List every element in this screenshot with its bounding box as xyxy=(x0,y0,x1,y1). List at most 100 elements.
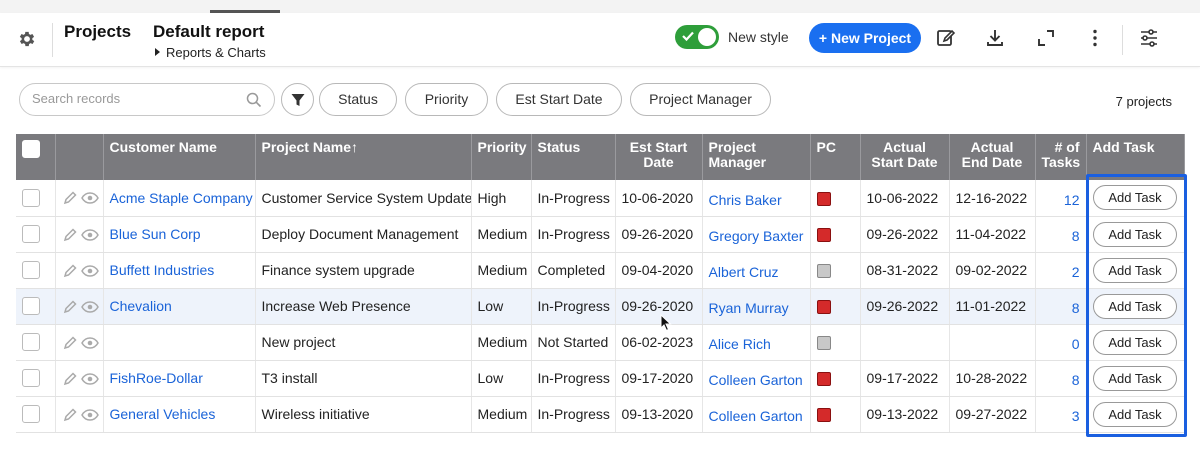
table-row[interactable]: Chevalion Increase Web Presence Low In-Prog… xyxy=(16,288,1185,325)
col-actual-end-date[interactable]: Actual End Date xyxy=(949,134,1036,180)
task-count-link[interactable]: 8 xyxy=(1072,228,1080,244)
table-row[interactable]: Buffett Industries Finance system upgrade… xyxy=(16,252,1185,289)
view-eye-icon[interactable] xyxy=(81,407,100,423)
row-checkbox[interactable] xyxy=(22,405,40,424)
add-task-button[interactable]: Add Task xyxy=(1093,365,1177,391)
col-project-name[interactable]: Project Name↑ xyxy=(255,134,472,180)
task-count-cell[interactable]: 2 xyxy=(1035,252,1087,289)
edit-pencil-icon[interactable] xyxy=(62,263,78,279)
project-manager-cell[interactable]: Gregory Baxter xyxy=(702,216,811,253)
search-icon[interactable] xyxy=(246,92,262,108)
edit-pencil-icon[interactable] xyxy=(62,299,78,315)
row-checkbox[interactable] xyxy=(22,188,40,207)
customer-name-cell[interactable]: Blue Sun Corp xyxy=(103,216,256,253)
col-pc[interactable]: PC xyxy=(810,134,861,180)
select-all-checkbox[interactable] xyxy=(22,140,40,158)
task-count-link[interactable]: 3 xyxy=(1072,408,1080,424)
table-row[interactable]: New project Medium Not Started 06-02-2023 Al… xyxy=(16,324,1185,361)
task-count-cell[interactable]: 8 xyxy=(1035,288,1087,325)
settings-sliders-icon[interactable] xyxy=(1138,27,1160,49)
customer-name-link[interactable]: Acme Staple Company xyxy=(110,190,253,206)
new-style-toggle[interactable] xyxy=(675,25,719,49)
edit-pencil-icon[interactable] xyxy=(62,335,78,351)
task-count-link[interactable]: 0 xyxy=(1072,336,1080,352)
customer-name-cell[interactable]: Chevalion xyxy=(103,288,256,325)
customer-name-cell[interactable]: General Vehicles xyxy=(103,396,256,433)
table-row[interactable]: Blue Sun Corp Deploy Document Management M… xyxy=(16,216,1185,253)
customer-name-link[interactable]: Chevalion xyxy=(110,298,172,314)
customer-name-link[interactable]: General Vehicles xyxy=(110,406,216,422)
project-manager-cell[interactable]: Albert Cruz xyxy=(702,252,811,289)
col-est-start-date[interactable]: Est Start Date xyxy=(615,134,703,180)
new-project-button[interactable]: + New Project xyxy=(809,23,921,53)
col-status[interactable]: Status xyxy=(531,134,616,180)
filter-button[interactable] xyxy=(281,83,314,116)
reports-charts-toggle[interactable]: Reports & Charts xyxy=(155,45,266,60)
task-count-link[interactable]: 12 xyxy=(1064,192,1080,208)
task-count-cell[interactable]: 12 xyxy=(1035,180,1087,217)
table-row[interactable]: Acme Staple Company Customer Service Syst… xyxy=(16,180,1185,217)
add-task-button[interactable]: Add Task xyxy=(1093,329,1177,355)
task-count-link[interactable]: 8 xyxy=(1072,372,1080,388)
customer-name-link[interactable]: Buffett Industries xyxy=(110,262,215,278)
project-manager-link[interactable]: Alice Rich xyxy=(709,336,771,352)
download-icon[interactable] xyxy=(984,27,1006,49)
project-manager-link[interactable]: Gregory Baxter xyxy=(709,228,804,244)
add-task-button[interactable]: Add Task xyxy=(1093,185,1177,211)
row-checkbox[interactable] xyxy=(22,297,40,316)
view-eye-icon[interactable] xyxy=(81,190,100,206)
status-filter-pill[interactable]: Status xyxy=(319,83,397,116)
view-eye-icon[interactable] xyxy=(81,227,100,243)
est-start-date-filter-pill[interactable]: Est Start Date xyxy=(496,83,622,116)
edit-pencil-icon[interactable] xyxy=(62,190,78,206)
project-manager-cell[interactable]: Alice Rich xyxy=(702,324,811,361)
row-checkbox[interactable] xyxy=(22,369,40,388)
view-eye-icon[interactable] xyxy=(81,299,100,315)
project-manager-link[interactable]: Colleen Garton xyxy=(709,372,803,388)
project-manager-link[interactable]: Albert Cruz xyxy=(709,264,779,280)
project-manager-cell[interactable]: Colleen Garton xyxy=(702,360,811,397)
project-manager-link[interactable]: Ryan Murray xyxy=(709,300,789,316)
project-manager-cell[interactable]: Chris Baker xyxy=(702,180,811,217)
col-priority[interactable]: Priority xyxy=(471,134,532,180)
customer-name-link[interactable]: Blue Sun Corp xyxy=(110,226,201,242)
add-task-button[interactable]: Add Task xyxy=(1093,221,1177,247)
project-manager-cell[interactable]: Ryan Murray xyxy=(702,288,811,325)
project-manager-filter-pill[interactable]: Project Manager xyxy=(630,83,771,116)
task-count-cell[interactable]: 0 xyxy=(1035,324,1087,361)
col-project-manager[interactable]: Project Manager xyxy=(702,134,811,180)
edit-pencil-icon[interactable] xyxy=(62,227,78,243)
customer-name-cell[interactable]: Acme Staple Company xyxy=(103,180,256,217)
task-count-link[interactable]: 2 xyxy=(1072,264,1080,280)
priority-filter-pill[interactable]: Priority xyxy=(405,83,488,116)
expand-icon[interactable] xyxy=(1035,27,1057,49)
report-title[interactable]: Default report xyxy=(153,22,264,42)
project-manager-cell[interactable]: Colleen Garton xyxy=(702,396,811,433)
row-checkbox[interactable] xyxy=(22,261,40,280)
search-box[interactable] xyxy=(19,83,275,116)
view-eye-icon[interactable] xyxy=(81,371,100,387)
edit-report-icon[interactable] xyxy=(935,27,957,49)
edit-pencil-icon[interactable] xyxy=(62,407,78,423)
customer-name-cell[interactable] xyxy=(103,324,256,361)
table-row[interactable]: FishRoe-Dollar T3 install Low In-Progress 09… xyxy=(16,360,1185,397)
edit-pencil-icon[interactable] xyxy=(62,371,78,387)
row-checkbox[interactable] xyxy=(22,333,40,352)
more-options-icon[interactable] xyxy=(1084,27,1106,49)
customer-name-cell[interactable]: FishRoe-Dollar xyxy=(103,360,256,397)
row-checkbox[interactable] xyxy=(22,225,40,244)
project-manager-link[interactable]: Colleen Garton xyxy=(709,408,803,424)
task-count-cell[interactable]: 3 xyxy=(1035,396,1087,433)
view-eye-icon[interactable] xyxy=(81,263,100,279)
add-task-button[interactable]: Add Task xyxy=(1093,257,1177,283)
gear-icon[interactable] xyxy=(17,29,37,49)
project-manager-link[interactable]: Chris Baker xyxy=(709,192,782,208)
task-count-cell[interactable]: 8 xyxy=(1035,360,1087,397)
col-actual-start-date[interactable]: Actual Start Date xyxy=(860,134,950,180)
add-task-button[interactable]: Add Task xyxy=(1093,401,1177,427)
task-count-cell[interactable]: 8 xyxy=(1035,216,1087,253)
customer-name-cell[interactable]: Buffett Industries xyxy=(103,252,256,289)
task-count-link[interactable]: 8 xyxy=(1072,300,1080,316)
customer-name-link[interactable]: FishRoe-Dollar xyxy=(110,370,203,386)
add-task-button[interactable]: Add Task xyxy=(1093,293,1177,319)
